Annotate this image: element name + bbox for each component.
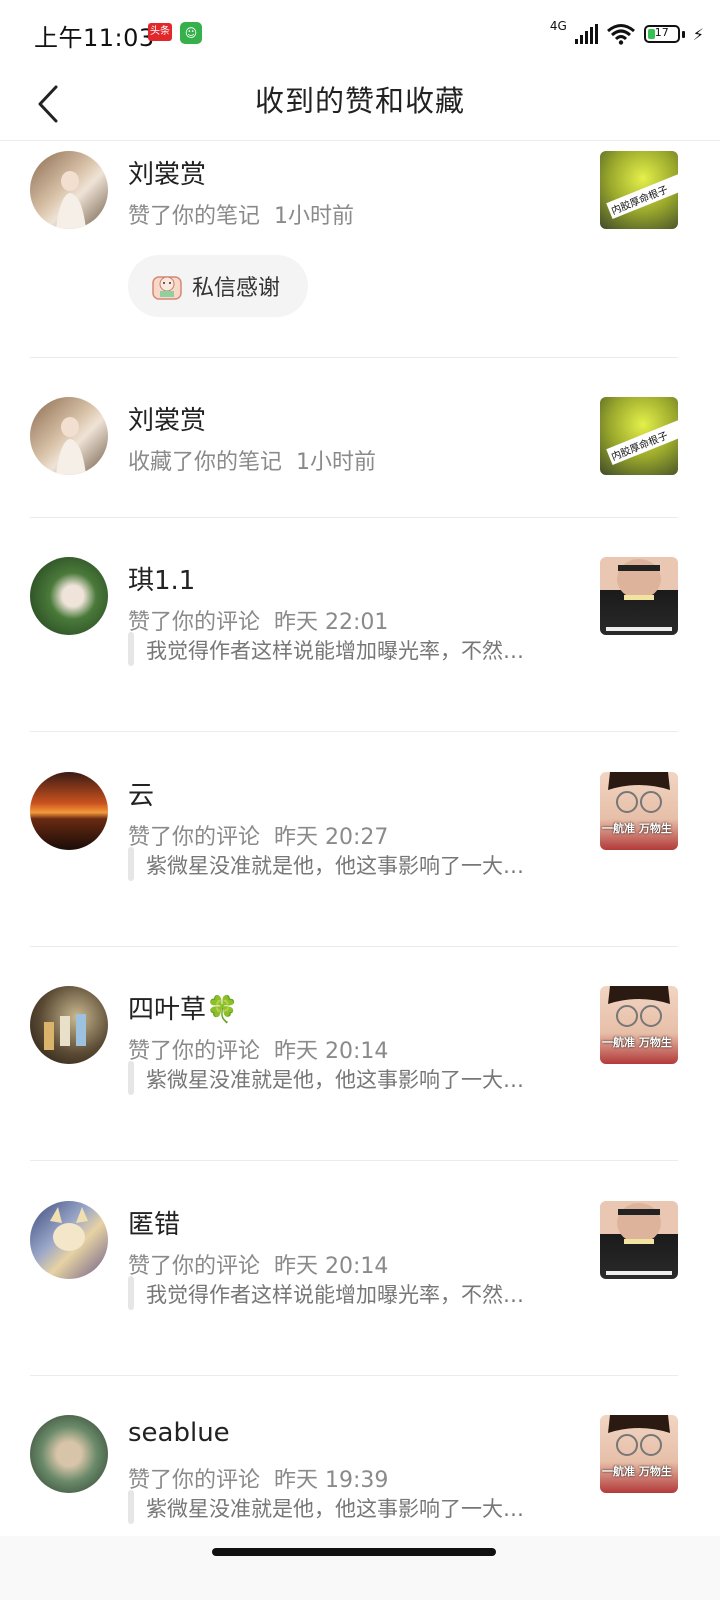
avatar[interactable]: [30, 1201, 108, 1279]
list-item[interactable]: 刘裳赏 收藏了你的笔记 1小时前 内胶厚命根子: [0, 358, 720, 518]
battery-level: 17: [654, 26, 669, 39]
comment-thumbnail[interactable]: 一航准 万物生: [600, 772, 678, 850]
charging-icon: ⚡: [692, 24, 704, 44]
signal-icon: [574, 24, 598, 44]
nav-header: 收到的赞和收藏: [0, 68, 720, 141]
home-indicator[interactable]: [212, 1548, 496, 1556]
timestamp: 昨天 20:14: [274, 1254, 389, 1279]
comment-quote: 紫微星没准就是他，他这事影响了一大…: [128, 1490, 524, 1524]
avatar[interactable]: [30, 1415, 108, 1493]
thank-you-message-button[interactable]: 私信感谢: [128, 255, 308, 317]
avatar[interactable]: [30, 772, 108, 850]
action-label: 赞了你的笔记: [128, 204, 261, 229]
comment-quote: 我觉得作者这样说能增加曝光率，不然…: [128, 632, 524, 666]
thanks-button-label: 私信感谢: [192, 276, 281, 301]
thumbnail-caption: 一航准 万物生: [602, 822, 672, 835]
thumbnail-caption: 一航准 万物生: [602, 1036, 672, 1049]
notification-app-icon: ☺: [180, 22, 202, 44]
list-item[interactable]: 琪1.1 赞了你的评论 昨天 22:01 我觉得作者这样说能增加曝光率，不然…: [0, 518, 720, 732]
comment-thumbnail[interactable]: [600, 557, 678, 635]
action-text: 收藏了你的笔记 1小时前: [128, 444, 376, 476]
notification-list: 刘裳赏 赞了你的笔记 1小时前 内胶厚命根子 私信感谢 刘裳赏 收藏了你的笔记 1小…: [0, 140, 720, 1556]
user-name[interactable]: 四叶草🍀: [128, 989, 238, 1026]
network-type: 4G: [549, 19, 567, 33]
action-text: 赞了你的评论 昨天 19:39: [128, 1462, 388, 1494]
toutiao-app-icon: 头条: [148, 23, 172, 41]
action-text: 赞了你的评论 昨天 22:01: [128, 604, 388, 636]
timestamp: 昨天 20:14: [274, 1039, 389, 1064]
bottom-gesture-area: [0, 1536, 720, 1600]
list-item[interactable]: 刘裳赏 赞了你的笔记 1小时前 内胶厚命根子 私信感谢: [0, 140, 720, 358]
action-text: 赞了你的笔记 1小时前: [128, 198, 354, 230]
comment-thumbnail[interactable]: 一航准 万物生: [600, 1415, 678, 1493]
page-title: 收到的赞和收藏: [254, 84, 465, 118]
user-name[interactable]: 匿错: [128, 1204, 180, 1241]
action-text: 赞了你的评论 昨天 20:27: [128, 819, 388, 851]
note-thumbnail[interactable]: 内胶厚命根子: [600, 151, 678, 229]
wifi-icon: [606, 24, 635, 45]
user-name[interactable]: seablue: [128, 1418, 230, 1448]
comment-quote: 紫微星没准就是他，他这事影响了一大…: [128, 847, 524, 881]
action-label: 赞了你的评论: [128, 825, 261, 850]
comment-quote: 紫微星没准就是他，他这事影响了一大…: [128, 1061, 524, 1095]
user-name[interactable]: 刘裳赏: [128, 400, 206, 437]
timestamp: 昨天 19:39: [274, 1468, 389, 1493]
timestamp: 昨天 22:01: [274, 610, 389, 635]
action-label: 收藏了你的笔记: [128, 450, 283, 475]
action-label: 赞了你的评论: [128, 1468, 261, 1493]
thumbnail-caption: 一航准 万物生: [602, 1465, 672, 1478]
list-item[interactable]: seablue 赞了你的评论 昨天 19:39 一航准 万物生 紫微星没准就是他，…: [0, 1376, 720, 1556]
action-label: 赞了你的评论: [128, 610, 261, 635]
action-text: 赞了你的评论 昨天 20:14: [128, 1033, 388, 1065]
avatar[interactable]: [30, 557, 108, 635]
thumbnail-caption: 内胶厚命根子: [606, 414, 678, 465]
timestamp: 1小时前: [296, 450, 377, 475]
status-bar: 上午11:03 头条 ☺ 4G 17 ⚡: [0, 0, 720, 68]
thumbnail-caption: 内胶厚命根子: [606, 168, 678, 219]
avatar[interactable]: [30, 397, 108, 475]
user-name[interactable]: 刘裳赏: [128, 154, 206, 191]
comment-thumbnail[interactable]: [600, 1201, 678, 1279]
status-indicators: 4G 17 ⚡: [550, 18, 704, 50]
timestamp: 昨天 20:27: [274, 825, 389, 850]
list-item[interactable]: 云 赞了你的评论 昨天 20:27 一航准 万物生 紫微星没准就是他，他这事影响了…: [0, 732, 720, 947]
user-name[interactable]: 云: [128, 775, 154, 812]
action-label: 赞了你的评论: [128, 1254, 261, 1279]
timestamp: 1小时前: [274, 204, 355, 229]
status-time: 上午11:03: [34, 24, 155, 52]
action-label: 赞了你的评论: [128, 1039, 261, 1064]
list-item[interactable]: 匿错 赞了你的评论 昨天 20:14 我觉得作者这样说能增加曝光率，不然…: [0, 1161, 720, 1376]
note-thumbnail[interactable]: 内胶厚命根子: [600, 397, 678, 475]
avatar[interactable]: [30, 986, 108, 1064]
battery-icon: 17: [643, 25, 680, 43]
user-name[interactable]: 琪1.1: [128, 560, 195, 597]
gift-sticker-icon: [152, 276, 182, 300]
comment-thumbnail[interactable]: 一航准 万物生: [600, 986, 678, 1064]
list-item[interactable]: 四叶草🍀 赞了你的评论 昨天 20:14 一航准 万物生 紫微星没准就是他，他这事…: [0, 947, 720, 1161]
avatar[interactable]: [30, 151, 108, 229]
comment-quote: 我觉得作者这样说能增加曝光率，不然…: [128, 1276, 524, 1310]
action-text: 赞了你的评论 昨天 20:14: [128, 1248, 388, 1280]
